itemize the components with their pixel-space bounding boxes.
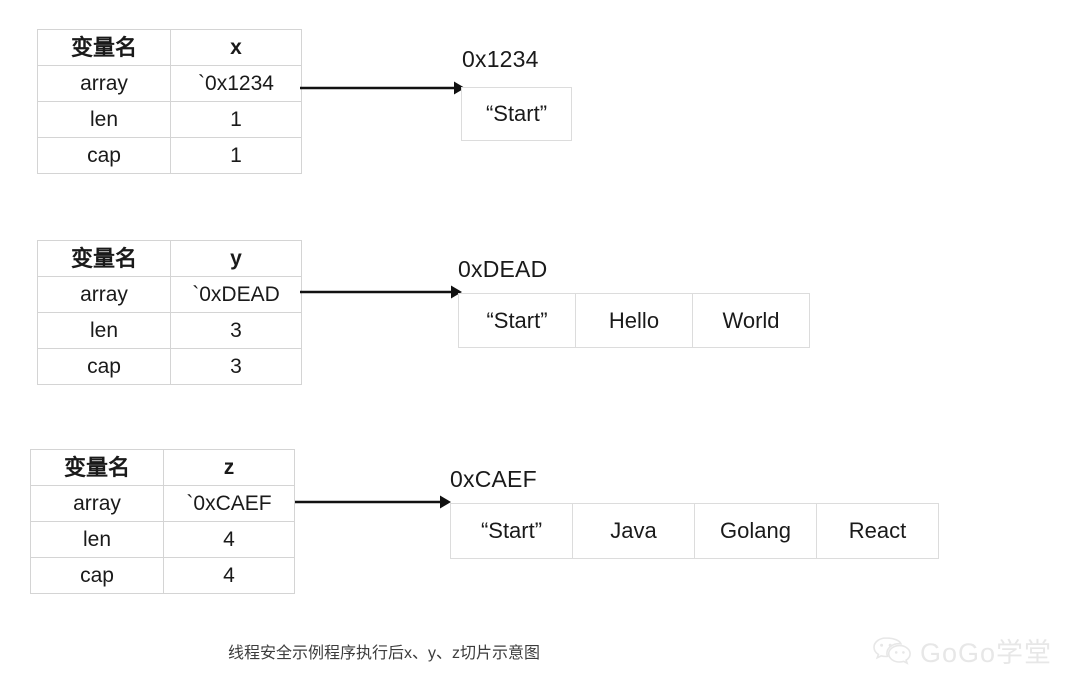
table-row: len 1 [37,101,302,138]
backing-array-x: “Start” [461,87,572,141]
field-label-array: array [30,485,164,522]
field-value-cap-y: 3 [170,348,302,385]
table-row: cap 3 [37,348,302,385]
backing-array-z: “Start” Java Golang React [450,503,939,559]
table-row: array `0xDEAD [37,276,302,313]
field-label-array: array [37,65,171,102]
variable-name-x: x [170,29,302,66]
watermark-text: GoGo学堂 [920,638,1053,668]
field-label-len: len [37,101,171,138]
field-value-len-x: 1 [170,101,302,138]
address-label-x: 0x1234 [462,46,539,72]
table-row: array `0x1234 [37,65,302,102]
field-label-cap: cap [30,557,164,594]
column-header-variable-name: 变量名 [37,240,171,277]
field-value-cap-z: 4 [163,557,295,594]
variable-name-y: y [170,240,302,277]
array-cell: Java [572,503,695,559]
address-label-z: 0xCAEF [450,466,537,492]
wechat-icon [873,636,911,665]
pointer-arrow-y [300,285,462,299]
backing-array-y: “Start” Hello World [458,293,810,348]
field-label-cap: cap [37,137,171,174]
array-cell: Hello [575,293,693,348]
address-label-y: 0xDEAD [458,256,548,282]
field-value-array-y: `0xDEAD [170,276,302,313]
table-row: 变量名 z [30,449,295,486]
field-value-len-z: 4 [163,521,295,558]
array-cell: “Start” [461,87,572,141]
table-row: array `0xCAEF [30,485,295,522]
field-value-array-x: `0x1234 [170,65,302,102]
field-label-len: len [30,521,164,558]
watermark: GoGo学堂 [872,631,1052,670]
column-header-variable-name: 变量名 [30,449,164,486]
column-header-variable-name: 变量名 [37,29,171,66]
table-row: 变量名 x [37,29,302,66]
array-cell: “Start” [458,293,576,348]
field-label-array: array [37,276,171,313]
field-value-len-y: 3 [170,312,302,349]
field-label-cap: cap [37,348,171,385]
field-label-len: len [37,312,171,349]
field-value-cap-x: 1 [170,137,302,174]
array-cell: Golang [694,503,817,559]
array-cell: React [816,503,939,559]
pointer-arrow-z [295,495,451,509]
table-row: cap 1 [37,137,302,174]
variable-struct-table-y: 变量名 y array `0xDEAD len 3 cap 3 [37,240,302,385]
table-row: cap 4 [30,557,295,594]
table-row: len 4 [30,521,295,558]
figure-caption: 线程安全示例程序执行后x、y、z切片示意图 [228,645,541,662]
diagram-canvas: 变量名 x array `0x1234 len 1 cap 1 0x1234 “… [0,0,1080,696]
table-row: 变量名 y [37,240,302,277]
variable-name-z: z [163,449,295,486]
pointer-arrow-x [300,81,465,95]
variable-struct-table-x: 变量名 x array `0x1234 len 1 cap 1 [37,29,302,174]
variable-struct-table-z: 变量名 z array `0xCAEF len 4 cap 4 [30,449,295,594]
field-value-array-z: `0xCAEF [163,485,295,522]
array-cell: “Start” [450,503,573,559]
table-row: len 3 [37,312,302,349]
array-cell: World [692,293,810,348]
